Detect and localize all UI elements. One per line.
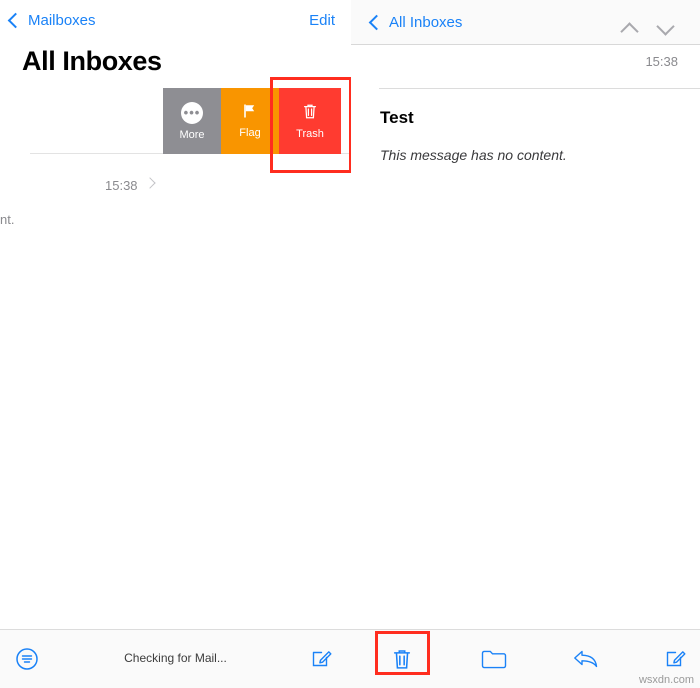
row-timestamp: 15:38	[105, 178, 138, 193]
watermark: wsxdn.com	[638, 674, 694, 686]
left-toolbar: Checking for Mail...	[0, 629, 351, 688]
reply-button[interactable]	[571, 644, 601, 674]
row-snippet: nt.	[0, 212, 15, 227]
message-body: This message has no content.	[380, 147, 567, 163]
mail-list-pane: Mailboxes Edit All Inboxes 15:38 nt. •••…	[0, 0, 351, 688]
mail-status-text: Checking for Mail...	[124, 651, 227, 665]
highlight-box-delete-button	[375, 631, 430, 675]
swipe-action-more[interactable]: ••• More	[163, 88, 221, 154]
move-button[interactable]	[479, 644, 509, 674]
message-header-divider	[379, 88, 700, 89]
chevron-left-icon	[7, 12, 24, 29]
chevron-right-icon	[144, 177, 156, 189]
all-inboxes-back-label: All Inboxes	[389, 14, 463, 31]
flag-icon	[242, 103, 258, 122]
chevron-down-icon	[657, 20, 673, 36]
next-message-button[interactable]	[650, 13, 680, 43]
ellipsis-icon: •••	[181, 101, 203, 124]
page-title: All Inboxes	[22, 46, 162, 76]
mail-detail-pane: All Inboxes 15:38 Test This message has …	[351, 0, 700, 688]
chevron-left-icon	[368, 14, 385, 31]
left-navigation-bar: Mailboxes Edit	[0, 0, 351, 44]
compose-button[interactable]	[661, 644, 691, 674]
right-navigation-bar: All Inboxes	[351, 0, 700, 45]
swipe-action-flag-label: Flag	[239, 127, 261, 139]
message-timestamp: 15:38	[645, 54, 678, 69]
chevron-up-icon	[621, 20, 637, 36]
mailboxes-back-label: Mailboxes	[28, 12, 96, 29]
edit-button[interactable]: Edit	[309, 12, 335, 29]
all-inboxes-back-button[interactable]: All Inboxes	[368, 14, 463, 31]
highlight-box-trash-swipe	[270, 77, 351, 173]
compose-button[interactable]	[307, 644, 337, 674]
message-subject: Test	[380, 108, 414, 127]
previous-message-button[interactable]	[614, 13, 644, 43]
swipe-action-more-label: More	[179, 128, 205, 141]
mailboxes-back-button[interactable]: Mailboxes	[7, 12, 96, 29]
